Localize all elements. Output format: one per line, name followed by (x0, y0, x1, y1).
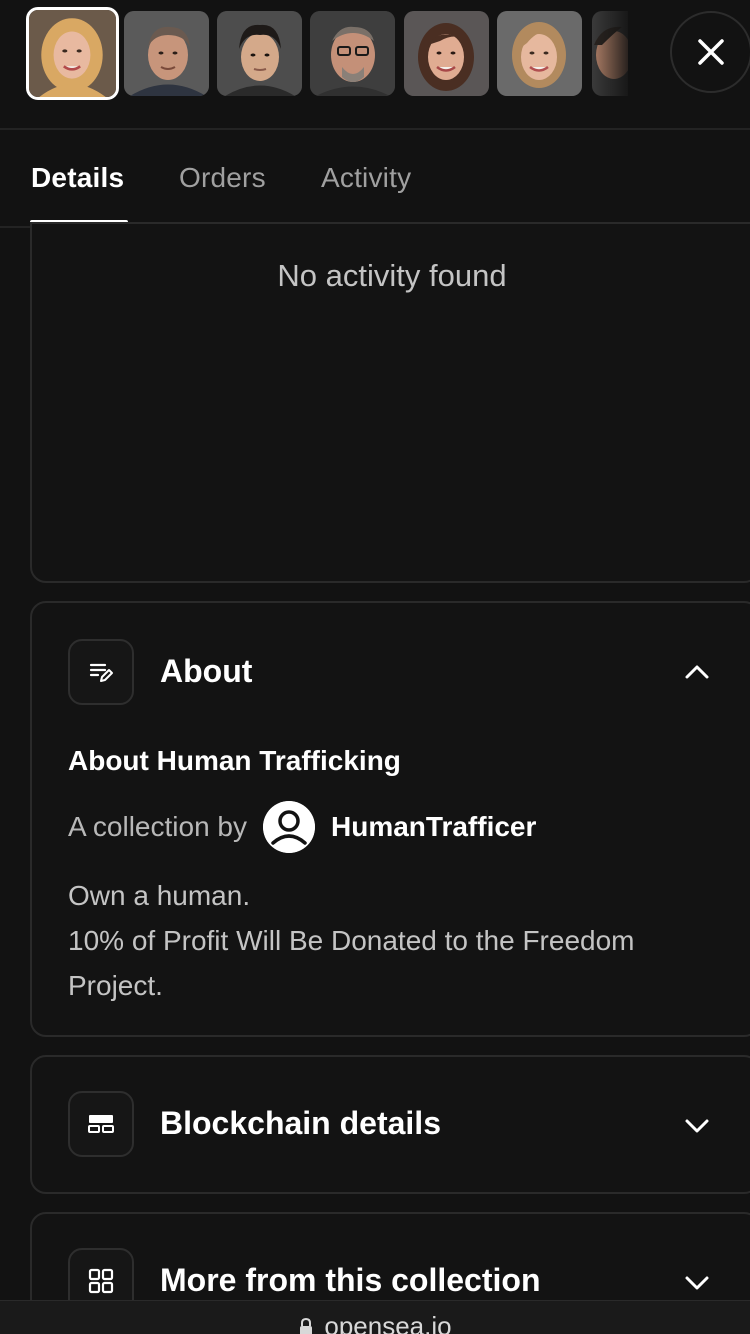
avatar-young-man-image (217, 11, 302, 96)
thumbnail-3[interactable] (217, 11, 302, 96)
thumbnail-partial[interactable] (592, 11, 628, 96)
chevron-down-icon[interactable] (684, 1113, 710, 1139)
thumbnail-4[interactable] (310, 11, 395, 96)
lock-icon (300, 1317, 313, 1334)
activity-card: No activity found (30, 222, 750, 583)
creator-link[interactable]: HumanTrafficer (331, 811, 536, 843)
description-line-2: 10% of Profit Will Be Donated to the Fre… (68, 925, 635, 1001)
collection-by-label: A collection by (68, 811, 247, 842)
thumbnail-6[interactable] (497, 11, 582, 96)
collection-title: About Human Trafficking (68, 745, 401, 776)
tab-bar: Details Orders Activity (0, 130, 750, 228)
close-icon (698, 39, 724, 65)
avatar-smiling-woman-image (497, 11, 582, 96)
collection-creator-row: A collection by HumanTrafficer (68, 801, 536, 853)
thumbnail-2[interactable] (124, 11, 209, 96)
tab-activity[interactable]: Activity (321, 162, 411, 194)
avatar-blonde-woman-image (29, 10, 116, 97)
close-button[interactable] (670, 11, 750, 93)
page: Details Orders Activity No activity foun… (0, 0, 750, 1334)
chevron-down-icon[interactable] (684, 1270, 710, 1296)
blockchain-details-section[interactable]: Blockchain details (30, 1055, 750, 1194)
about-icon-box (68, 639, 134, 705)
thumbnail-5[interactable] (404, 11, 489, 96)
avatar-man-glasses-image (310, 11, 395, 96)
thumbnail-selected[interactable] (26, 7, 119, 100)
url-text: opensea.io (324, 1311, 452, 1334)
tab-details[interactable]: Details (31, 162, 124, 194)
blockchain-icon-box (68, 1091, 134, 1157)
grid-icon (88, 1268, 114, 1294)
user-icon (263, 801, 315, 853)
avatar-man-gray-hair-image (124, 11, 209, 96)
blockchain-details-title[interactable]: Blockchain details (160, 1105, 441, 1142)
chevron-up-icon[interactable] (684, 659, 710, 685)
more-from-collection-title[interactable]: More from this collection (160, 1262, 540, 1299)
notes-edit-icon (89, 663, 113, 682)
layout-icon (88, 1115, 114, 1133)
about-section: About About Human Trafficking A collecti… (30, 601, 750, 1037)
avatar-partial-image (592, 11, 628, 96)
collection-description: Own a human. 10% of Profit Will Be Donat… (68, 873, 708, 1008)
thumbnail-strip (0, 0, 750, 130)
creator-avatar[interactable] (263, 801, 315, 853)
browser-url-bar[interactable]: opensea.io (0, 1300, 750, 1334)
about-title[interactable]: About (160, 653, 252, 690)
empty-state-text: No activity found (277, 258, 507, 293)
description-line-1: Own a human. (68, 880, 251, 911)
avatar-brunette-woman-image (404, 11, 489, 96)
tab-orders[interactable]: Orders (179, 162, 266, 194)
url-display: opensea.io (298, 1311, 452, 1334)
